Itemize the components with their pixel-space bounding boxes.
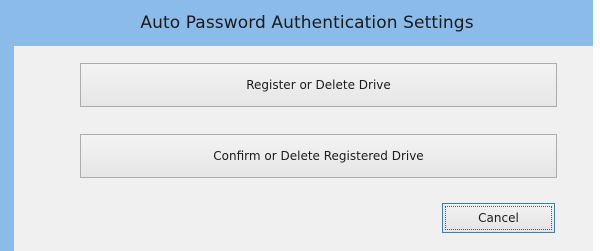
cancel-button[interactable]: Cancel xyxy=(442,203,555,233)
confirm-or-delete-registered-drive-button[interactable]: Confirm or Delete Registered Drive xyxy=(80,134,557,178)
background-edge xyxy=(593,0,600,251)
window-title: Auto Password Authentication Settings xyxy=(140,13,474,33)
register-button-label: Register or Delete Drive xyxy=(246,78,391,92)
dialog-window: Auto Password Authentication Settings Re… xyxy=(0,0,600,251)
register-or-delete-drive-button[interactable]: Register or Delete Drive xyxy=(80,63,557,107)
dialog-body: Register or Delete Drive Confirm or Dele… xyxy=(14,46,600,251)
cancel-button-label: Cancel xyxy=(478,211,519,225)
confirm-button-label: Confirm or Delete Registered Drive xyxy=(213,149,424,163)
title-bar[interactable]: Auto Password Authentication Settings xyxy=(14,0,600,46)
